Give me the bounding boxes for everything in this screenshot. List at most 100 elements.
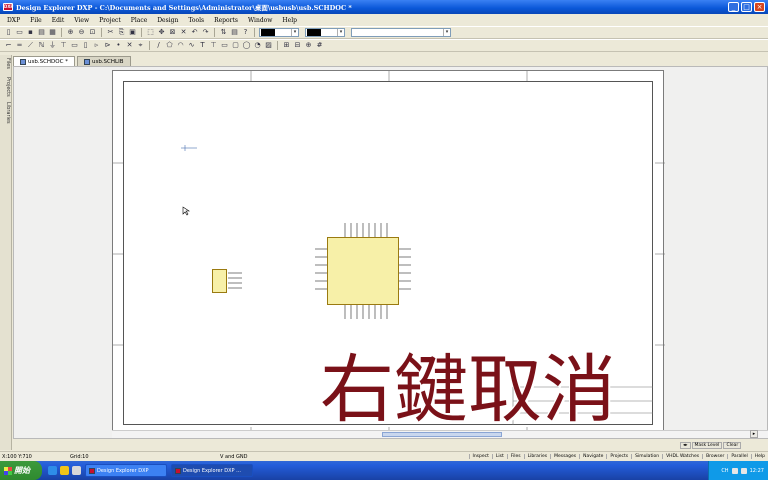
panel-tab-simulation[interactable]: Simulation bbox=[631, 454, 662, 459]
projects-panel-tab[interactable]: Projects bbox=[1, 77, 11, 97]
panel-tab-libraries[interactable]: Libraries bbox=[523, 454, 550, 459]
polygon-icon[interactable]: ⬠ bbox=[165, 41, 174, 50]
panel-tab-messages[interactable]: Messages bbox=[550, 454, 579, 459]
panel-tab-navigate[interactable]: Navigate bbox=[579, 454, 606, 459]
volume-icon[interactable] bbox=[731, 467, 738, 474]
ellipse-icon[interactable]: ◯ bbox=[242, 41, 251, 50]
mask-toggle-button[interactable]: ◂▸ bbox=[680, 441, 691, 449]
bus-icon[interactable]: ═ bbox=[15, 41, 24, 50]
ie-icon[interactable] bbox=[48, 466, 57, 475]
connector-pins bbox=[228, 272, 242, 289]
scroll-right-button[interactable]: ▸ bbox=[750, 430, 758, 438]
image-icon[interactable]: ▨ bbox=[264, 41, 273, 50]
panel-tab-projects[interactable]: Projects bbox=[606, 454, 631, 459]
sheet-symbol-icon[interactable]: ▯ bbox=[81, 41, 90, 50]
connector-component[interactable] bbox=[212, 269, 227, 293]
copy-icon[interactable]: ⎘ bbox=[117, 28, 126, 37]
round-rect-icon[interactable]: ▢ bbox=[231, 41, 240, 50]
arc-icon[interactable]: ◠ bbox=[176, 41, 185, 50]
menu-dxp[interactable]: DXP bbox=[2, 17, 25, 24]
align-icon[interactable]: ⊞ bbox=[282, 41, 291, 50]
menu-place[interactable]: Place bbox=[126, 17, 152, 24]
help-icon[interactable]: ? bbox=[241, 28, 250, 37]
open-folder-icon[interactable]: ▭ bbox=[15, 28, 24, 37]
start-button[interactable]: 開始 bbox=[0, 461, 42, 480]
select-icon[interactable]: ⬚ bbox=[146, 28, 155, 37]
tab-usb-schlib[interactable]: usb.SCHLIB bbox=[76, 56, 131, 66]
close-button[interactable]: × bbox=[754, 2, 765, 12]
panel-tab-browser[interactable]: Browser bbox=[702, 454, 727, 459]
gnd-icon[interactable]: ⏚ bbox=[48, 41, 57, 50]
text-icon[interactable]: T bbox=[198, 41, 207, 50]
menu-tools[interactable]: Tools bbox=[183, 17, 209, 24]
menu-project[interactable]: Project bbox=[94, 17, 126, 24]
task-label: Design Explorer DXP ... bbox=[183, 467, 241, 474]
hierarchy-icon[interactable]: ⇅ bbox=[219, 28, 228, 37]
explorer-icon[interactable] bbox=[60, 466, 69, 475]
panel-tab-inspect[interactable]: Inspect bbox=[468, 454, 492, 459]
horizontal-scrollbar[interactable] bbox=[112, 430, 768, 438]
panel-tab-parallel[interactable]: Parallel bbox=[727, 454, 750, 459]
pcb-layout-icon[interactable]: ⌖ bbox=[136, 41, 145, 50]
bus-entry-icon[interactable]: ⟋ bbox=[26, 41, 35, 50]
maximize-button[interactable]: □ bbox=[741, 2, 752, 12]
vcc-icon[interactable]: ⊤ bbox=[59, 41, 68, 50]
save-icon[interactable]: ▪ bbox=[26, 28, 35, 37]
paste-icon[interactable]: ▣ bbox=[128, 28, 137, 37]
panel-tab-vhdl-watches[interactable]: VHDL Watches bbox=[662, 454, 702, 459]
input-language[interactable]: CH bbox=[721, 468, 728, 474]
tab-usb-schdoc[interactable]: usb.SCHDOC * bbox=[13, 56, 75, 66]
desktop-icon[interactable] bbox=[72, 466, 81, 475]
deselect-icon[interactable]: ⊠ bbox=[168, 28, 177, 37]
part-icon[interactable]: ▭ bbox=[70, 41, 79, 50]
cross-probe-icon[interactable]: ✕ bbox=[179, 28, 188, 37]
scrollbar-thumb[interactable] bbox=[382, 432, 502, 437]
grid-icon[interactable]: # bbox=[315, 41, 324, 50]
browse-icon[interactable]: ▤ bbox=[230, 28, 239, 37]
no-erc-icon[interactable]: ✕ bbox=[125, 41, 134, 50]
port-icon[interactable]: ⊳ bbox=[103, 41, 112, 50]
sheet-entry-icon[interactable]: ▹ bbox=[92, 41, 101, 50]
move-icon[interactable]: ✥ bbox=[157, 28, 166, 37]
redo-icon[interactable]: ↷ bbox=[201, 28, 210, 37]
menu-view[interactable]: View bbox=[69, 17, 94, 24]
text-frame-icon[interactable]: ⊤ bbox=[209, 41, 218, 50]
digital-icon[interactable]: ⊟ bbox=[293, 41, 302, 50]
panel-tab-list[interactable]: List bbox=[491, 454, 507, 459]
files-panel-tab[interactable]: Files bbox=[1, 58, 11, 69]
menu-window[interactable]: Window bbox=[243, 17, 277, 24]
network-icon[interactable] bbox=[740, 467, 747, 474]
undo-icon[interactable]: ↶ bbox=[190, 28, 199, 37]
fill-color-combo[interactable]: ▾ bbox=[259, 28, 299, 37]
print-icon[interactable]: ▤ bbox=[37, 28, 46, 37]
menu-help[interactable]: Help bbox=[277, 17, 302, 24]
filter-combo[interactable]: ▾ bbox=[351, 28, 451, 37]
taskbar-item[interactable]: Design Explorer DXP bbox=[85, 464, 167, 477]
minimize-button[interactable]: _ bbox=[728, 2, 739, 12]
taskbar-item-active[interactable]: Design Explorer DXP ... bbox=[171, 464, 253, 477]
zoom-out-icon[interactable]: ⊖ bbox=[77, 28, 86, 37]
menu-design[interactable]: Design bbox=[152, 17, 183, 24]
menu-reports[interactable]: Reports bbox=[209, 17, 243, 24]
pie-icon[interactable]: ◔ bbox=[253, 41, 262, 50]
rectangle-icon[interactable]: ▭ bbox=[220, 41, 229, 50]
clear-button[interactable]: Clear bbox=[723, 441, 742, 449]
zoom-in-icon[interactable]: ⊕ bbox=[66, 28, 75, 37]
border-color-combo[interactable]: ▾ bbox=[305, 28, 345, 37]
panel-tab-files[interactable]: Files bbox=[506, 454, 524, 459]
junction-icon[interactable]: • bbox=[114, 41, 123, 50]
new-file-icon[interactable]: ▯ bbox=[4, 28, 13, 37]
mask-level-button[interactable]: Mask Level bbox=[691, 441, 723, 449]
panel-tab-help[interactable]: Help bbox=[750, 454, 768, 459]
line-icon[interactable]: / bbox=[154, 41, 163, 50]
cut-icon[interactable]: ✂ bbox=[106, 28, 115, 37]
zoom-fit-icon[interactable]: ⊡ bbox=[88, 28, 97, 37]
net-label-icon[interactable]: ℕ bbox=[37, 41, 46, 50]
bezier-icon[interactable]: ∿ bbox=[187, 41, 196, 50]
print-preview-icon[interactable]: ▦ bbox=[48, 28, 57, 37]
libraries-panel-tab[interactable]: Libraries bbox=[1, 102, 11, 124]
wire-icon[interactable]: ⌐ bbox=[4, 41, 13, 50]
menu-file[interactable]: File bbox=[25, 17, 47, 24]
sim-source-icon[interactable]: ⊕ bbox=[304, 41, 313, 50]
menu-edit[interactable]: Edit bbox=[47, 17, 70, 24]
